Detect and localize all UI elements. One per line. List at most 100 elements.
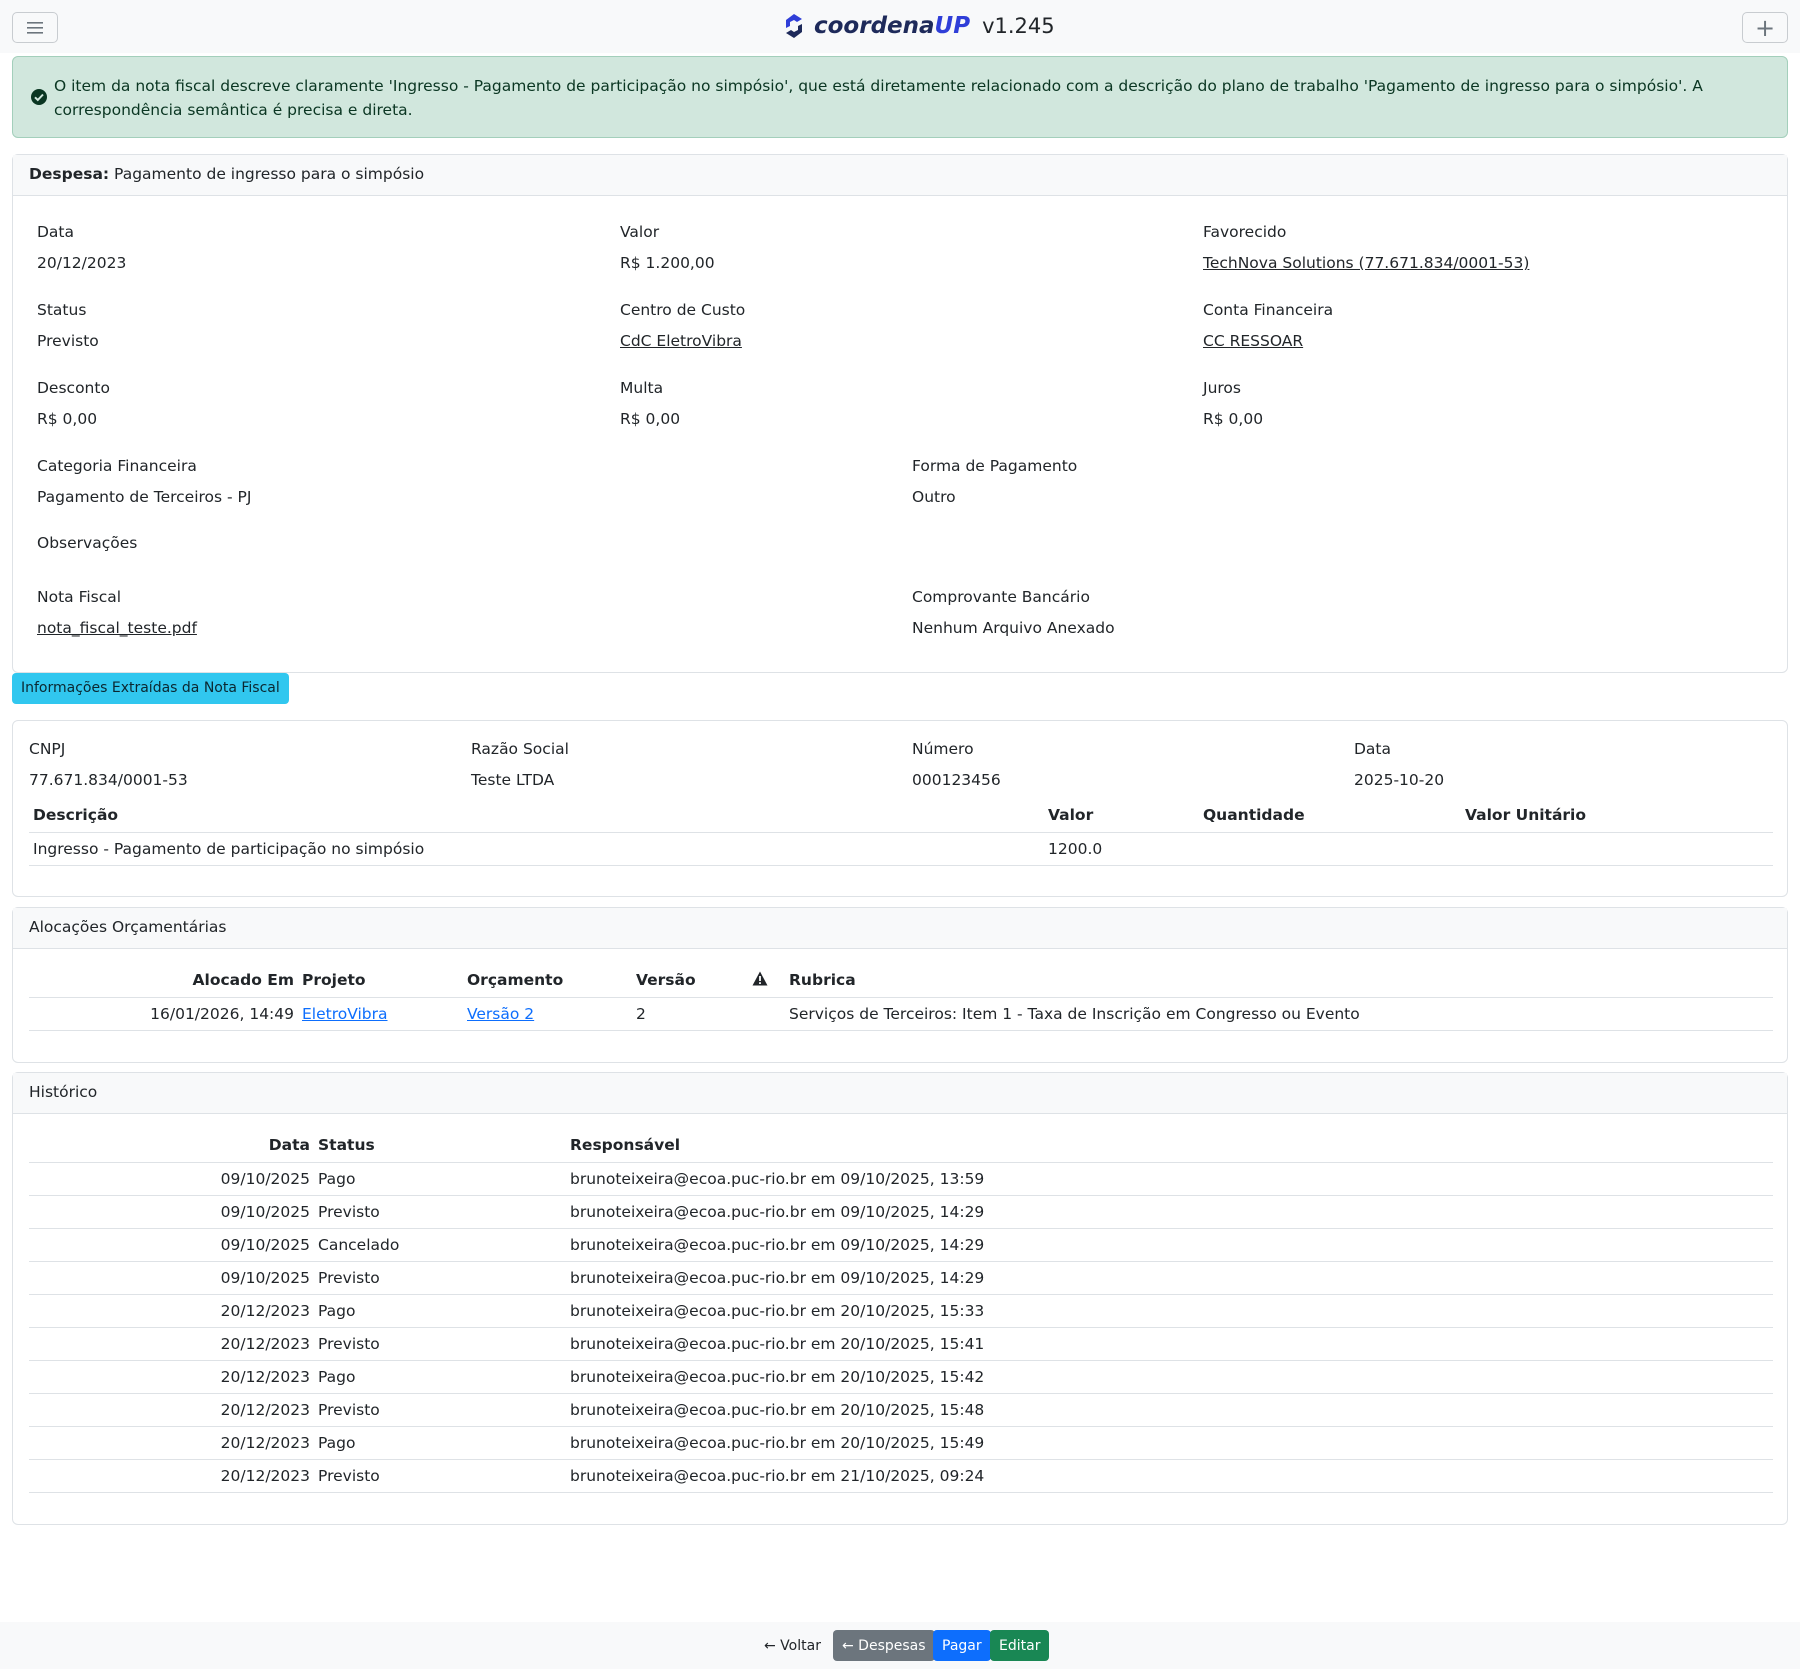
cell-status: Previsto (314, 1195, 566, 1229)
field-value: R$ 0,00 (1203, 410, 1264, 428)
menu-toggle-button[interactable] (12, 12, 58, 43)
field-label: Conta Financeira (1203, 301, 1334, 319)
cell-responsavel: brunoteixeira@ecoa.puc-rio.br em 09/10/2… (566, 1228, 1773, 1262)
table-row: 20/12/2023 Pago brunoteixeira@ecoa.puc-rio… (29, 1294, 1773, 1328)
field-value: 2025-10-20 (1354, 771, 1445, 789)
history-table: Data Status Responsável 09/10/2025 Pago br… (29, 1129, 1773, 1493)
cell-rubrica: Serviços de Terceiros: Item 1 - Taxa de … (785, 997, 1773, 1031)
cell-status: Previsto (314, 1393, 566, 1427)
field-nota-fiscal: Nota Fiscal nota_fiscal_teste.pdf (37, 588, 197, 637)
cell-status: Pago (314, 1360, 566, 1394)
cell-quantidade (1199, 832, 1461, 866)
top-navbar: coordena UP v1.245 + (0, 0, 1800, 53)
field-value: 000123456 (912, 771, 1001, 789)
table-header-row: Descrição Valor Quantidade Valor Unitári… (29, 799, 1773, 833)
table-row: 20/12/2023 Pago brunoteixeira@ecoa.puc-rio… (29, 1360, 1773, 1394)
cell-data: 20/12/2023 (29, 1459, 314, 1493)
field-value: R$ 0,00 (37, 410, 98, 428)
field-label: Valor (620, 223, 660, 241)
expense-header-label: Despesa: (29, 165, 110, 183)
allocations-card: Alocações Orçamentárias Alocado Em Proje… (12, 907, 1788, 1063)
hamburger-icon (27, 21, 43, 34)
cell-warning (748, 997, 785, 1031)
cell-status: Pago (314, 1426, 566, 1460)
field-label: Desconto (37, 379, 110, 397)
column-header: Quantidade (1199, 799, 1461, 833)
conta-financeira-link[interactable]: CC RESSOAR (1203, 332, 1333, 350)
table-row: 20/12/2023 Previsto brunoteixeira@ecoa.puc… (29, 1393, 1773, 1427)
history-card: Histórico Data Status Responsável 09/10/… (12, 1072, 1788, 1525)
invoice-card: CNPJ 77.671.834/0001-53 Razão Social Tes… (12, 720, 1788, 897)
field-multa: Multa R$ 0,00 (620, 379, 680, 428)
column-header: Valor (1044, 799, 1199, 833)
cell-valor-unitario (1461, 832, 1773, 866)
column-header: Responsável (566, 1129, 1773, 1163)
check-circle-icon (31, 89, 47, 105)
column-header: Orçamento (463, 964, 632, 998)
cell-data: 09/10/2025 (29, 1228, 314, 1262)
table-row: 20/12/2023 Pago brunoteixeira@ecoa.puc-rio… (29, 1426, 1773, 1460)
allocations-card-header: Alocações Orçamentárias (13, 908, 1787, 949)
field-value: Nenhum Arquivo Anexado (912, 619, 1115, 637)
field-centro-custo: Centro de Custo CdC EletroVibra (620, 301, 745, 350)
field-cnpj: CNPJ 77.671.834/0001-53 (29, 740, 188, 789)
field-value: R$ 0,00 (620, 410, 681, 428)
table-row: 20/12/2023 Previsto brunoteixeira@ecoa.puc… (29, 1327, 1773, 1361)
nota-fiscal-link[interactable]: nota_fiscal_teste.pdf (37, 619, 197, 637)
field-label: Data (37, 223, 75, 241)
field-label: CNPJ (29, 740, 66, 758)
field-label: Data (1354, 740, 1392, 758)
field-label: Juros (1203, 379, 1241, 397)
field-label: Categoria Financeira (37, 457, 197, 475)
column-header: Versão (632, 964, 748, 998)
edit-button[interactable]: Editar (990, 1630, 1050, 1661)
cell-responsavel: brunoteixeira@ecoa.puc-rio.br em 09/10/2… (566, 1162, 1773, 1196)
field-value: Pagamento de Terceiros - PJ (37, 488, 252, 506)
brand-logo[interactable]: coordena UP v1.245 (780, 8, 1055, 44)
allocations-table: Alocado Em Projeto Orçamento Versão Rubr… (29, 964, 1773, 1031)
history-rows: 09/10/2025 Pago brunoteixeira@ecoa.puc-rio… (29, 1162, 1773, 1493)
column-header: Descrição (29, 799, 1044, 833)
column-header: Alocado Em (29, 964, 298, 998)
field-label: Razão Social (471, 740, 569, 758)
table-row: Ingresso - Pagamento de participação no … (29, 832, 1773, 866)
favorecido-link[interactable]: TechNova Solutions (77.671.834/0001-53) (1203, 254, 1529, 272)
cell-status: Cancelado (314, 1228, 566, 1262)
table-row: 09/10/2025 Pago brunoteixeira@ecoa.puc-rio… (29, 1162, 1773, 1196)
centro-custo-link[interactable]: CdC EletroVibra (620, 332, 745, 350)
cell-projeto: EletroVibra (298, 997, 463, 1031)
cell-descricao: Ingresso - Pagamento de participação no … (29, 832, 1044, 866)
match-alert: O item da nota fiscal descreve clarament… (12, 56, 1788, 138)
cell-data: 09/10/2025 (29, 1162, 314, 1196)
cell-data: 09/10/2025 (29, 1195, 314, 1229)
cell-data: 20/12/2023 (29, 1360, 314, 1394)
field-observacoes: Observações (37, 534, 137, 554)
projeto-link[interactable]: EletroVibra (302, 1005, 388, 1023)
orcamento-link[interactable]: Versão 2 (467, 1005, 534, 1023)
table-header-row: Alocado Em Projeto Orçamento Versão Rubr… (29, 964, 1773, 998)
alert-text: O item da nota fiscal descreve clarament… (54, 77, 1703, 119)
logo-icon (786, 14, 802, 38)
field-label: Status (37, 301, 87, 319)
despesas-button[interactable]: ← Despesas (833, 1630, 935, 1661)
add-button[interactable]: + (1742, 12, 1788, 43)
pay-button[interactable]: Pagar (933, 1630, 991, 1661)
field-value: Outro (912, 488, 956, 506)
field-favorecido: Favorecido TechNova Solutions (77.671.83… (1203, 223, 1529, 272)
brand-name: coordena (814, 13, 935, 39)
cell-data: 20/12/2023 (29, 1426, 314, 1460)
extracted-info-button[interactable]: Informações Extraídas da Nota Fiscal (12, 673, 289, 704)
field-label: Centro de Custo (620, 301, 746, 319)
column-header: Data (29, 1129, 314, 1163)
field-label: Observações (37, 534, 138, 552)
history-card-header: Histórico (13, 1073, 1787, 1114)
field-value: R$ 1.200,00 (620, 254, 715, 272)
cell-data: 20/12/2023 (29, 1294, 314, 1328)
cell-versao: 2 (632, 997, 748, 1031)
field-value: Previsto (37, 332, 99, 350)
cell-responsavel: brunoteixeira@ecoa.puc-rio.br em 20/10/2… (566, 1393, 1773, 1427)
plus-icon: + (1754, 13, 1776, 42)
back-button[interactable]: ← Voltar (755, 1630, 830, 1661)
field-juros: Juros R$ 0,00 (1203, 379, 1263, 428)
field-label: Forma de Pagamento (912, 457, 1078, 475)
